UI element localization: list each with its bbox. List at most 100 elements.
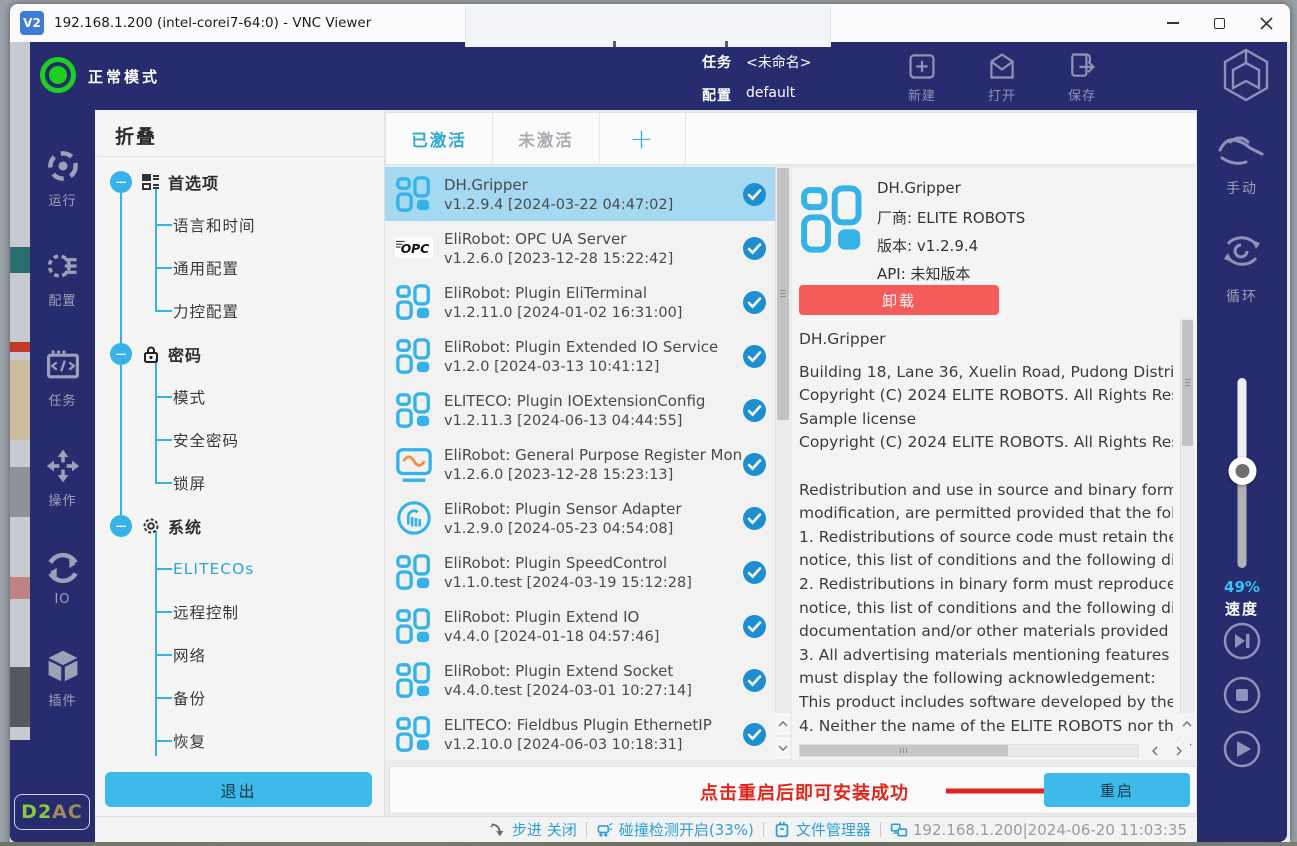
tree-child-label: 语言和时间 <box>173 214 256 236</box>
uninstall-button[interactable]: 卸载 <box>799 285 999 315</box>
header-action-label: 新建 <box>908 85 936 104</box>
plugin-version: v1.2.11.3 [2024-06-13 04:44:55] <box>444 413 742 429</box>
plugin-texts: EliRobot: Plugin EliTerminal v1.2.11.0 [… <box>444 284 742 321</box>
minimize-button[interactable] <box>1149 4 1196 42</box>
exit-button[interactable]: 退出 <box>105 772 372 807</box>
tree-child-item[interactable]: 锁屏 <box>95 461 384 504</box>
plugin-list-item[interactable]: EliRobot: Plugin EliTerminal v1.2.11.0 [… <box>385 275 775 329</box>
header-action-button[interactable]: 新建 <box>882 48 962 104</box>
activated-check-icon[interactable] <box>742 506 767 531</box>
tree-child-item[interactable]: 语言和时间 <box>95 203 384 246</box>
activated-check-icon[interactable] <box>742 290 767 315</box>
plugin-texts: ELITECO: Fieldbus Plugin EthernetIP v1.2… <box>444 716 742 753</box>
activated-check-icon[interactable] <box>742 398 767 423</box>
header-action-button[interactable]: 打开 <box>962 48 1042 104</box>
plugin-name: EliRobot: Plugin SpeedControl <box>444 554 742 572</box>
plugin-list-item[interactable]: EliRobot: Plugin SpeedControl v1.1.0.tes… <box>385 545 775 599</box>
plugin-list-item[interactable]: OPC EliRobot: OPC UA Server v1.2.6.0 [20… <box>385 221 775 275</box>
tree-child-item[interactable]: 网络 <box>95 633 384 676</box>
tree-group-row[interactable]: − 系统 <box>95 504 384 547</box>
plugin-name: EliRobot: Plugin Extended IO Service <box>444 338 742 356</box>
tree-child-item[interactable]: 备份 <box>95 676 384 719</box>
plugin-tab[interactable]: 未激活 <box>493 113 600 164</box>
nav-item[interactable]: 配置 <box>30 228 95 328</box>
plugin-version: v1.2.6.0 [2023-12-28 15:22:42] <box>444 251 742 267</box>
plugin-tab[interactable]: 已激活 <box>386 113 493 164</box>
activated-check-icon[interactable] <box>742 452 767 477</box>
activated-check-icon[interactable] <box>742 236 767 261</box>
plugin-icon <box>395 553 433 591</box>
tree-group: − 密码 模式 安全密码 <box>95 332 384 504</box>
tree-child-item[interactable]: 模式 <box>95 375 384 418</box>
close-button[interactable] <box>1243 4 1290 42</box>
list-scrollbar-thumb[interactable] <box>777 168 789 420</box>
d2ac-badge: D2AC <box>14 794 90 830</box>
plugin-list-item[interactable]: EliRobot: Plugin Extend Socket v4.4.0.te… <box>385 653 775 707</box>
stop-button[interactable] <box>1222 675 1262 715</box>
cycle-icon[interactable] <box>1219 228 1265 274</box>
plugin-icon <box>395 715 433 753</box>
details-hscrollbar-thumb[interactable] <box>800 745 1008 756</box>
activated-check-icon[interactable] <box>742 614 767 639</box>
list-scroll-down-button[interactable] <box>775 737 790 759</box>
tree-child-item[interactable]: ELITECOs <box>95 547 384 590</box>
activated-check-icon[interactable] <box>742 344 767 369</box>
list-scroll-up-button[interactable] <box>775 713 790 735</box>
nav-item[interactable]: 任务 <box>30 328 95 428</box>
header-action-button[interactable]: 保存 <box>1042 48 1122 104</box>
collapse-icon[interactable]: − <box>110 343 132 365</box>
plugin-icon <box>395 607 433 645</box>
details-scroll-up-button[interactable] <box>1179 713 1194 735</box>
step-forward-button[interactable] <box>1222 621 1262 661</box>
license-line: notice, this list of conditions and the … <box>799 549 1173 573</box>
plugin-icon <box>395 337 433 375</box>
plugin-list-item[interactable]: ELITECO: Fieldbus Plugin EthernetIP v1.2… <box>385 707 775 760</box>
cycle-label: 循环 <box>1197 286 1287 306</box>
tree-child-label: ELITECOs <box>173 560 254 578</box>
details-scroll-right-button[interactable] <box>1168 744 1190 757</box>
new-icon <box>907 51 937 81</box>
plugin-version: v1.2.9.0 [2024-05-23 04:54:08] <box>444 521 742 537</box>
file-manager[interactable]: 文件管理器 <box>773 819 871 840</box>
plugin-version: v1.1.0.test [2024-03-19 15:12:28] <box>444 575 742 591</box>
nav-item[interactable]: 操作 <box>30 428 95 528</box>
plugin-tab[interactable]: + <box>600 113 686 164</box>
details-scroll-left-button[interactable] <box>1144 744 1166 757</box>
nav-item-label: IO <box>54 592 70 607</box>
step-status[interactable]: 步进 关闭 <box>489 819 577 840</box>
activated-check-icon[interactable] <box>742 182 767 207</box>
manual-hand-icon[interactable] <box>1216 132 1268 172</box>
details-scrollbar-thumb[interactable] <box>1182 320 1193 446</box>
tree-child-item[interactable]: 通用配置 <box>95 246 384 289</box>
chevron-up-icon <box>1182 721 1192 727</box>
nav-item[interactable]: IO <box>30 528 95 628</box>
activated-check-icon[interactable] <box>742 668 767 693</box>
license-line: Copyright (C) 2024 ELITE ROBOTS. All Rig… <box>799 431 1173 455</box>
tree-child-item[interactable]: 远程控制 <box>95 590 384 633</box>
collapse-icon[interactable]: − <box>110 171 132 193</box>
tree-group-row[interactable]: − 密码 <box>95 332 384 375</box>
speed-slider[interactable] <box>1238 378 1247 568</box>
plugin-list-item[interactable]: EliRobot: General Purpose Register Monit… <box>385 437 775 491</box>
plugin-list-item[interactable]: ELITECO: Plugin IOExtensionConfig v1.2.1… <box>385 383 775 437</box>
plugin-list-item[interactable]: EliRobot: Plugin Extended IO Service v1.… <box>385 329 775 383</box>
nav-item[interactable]: 插件 <box>30 628 95 728</box>
plugin-list-item[interactable]: DH.Gripper v1.2.9.4 [2024-03-22 04:47:02… <box>385 167 775 221</box>
restart-button[interactable]: 重启 <box>1044 773 1190 807</box>
activated-check-icon[interactable] <box>742 722 767 747</box>
tree-child-item[interactable]: 力控配置 <box>95 289 384 332</box>
play-button[interactable] <box>1222 729 1262 769</box>
tree-child-item[interactable]: 恢复 <box>95 719 384 756</box>
tree-group-row[interactable]: − 首选项 <box>95 160 384 203</box>
plugin-list-item[interactable]: EliRobot: Plugin Extend IO v4.4.0 [2024-… <box>385 599 775 653</box>
plugin-list-item[interactable]: EliRobot: Plugin Sensor Adapter v1.2.9.0… <box>385 491 775 545</box>
chevron-up-icon <box>778 721 788 727</box>
file-manager-icon <box>773 821 791 839</box>
nav-item[interactable]: 运行 <box>30 128 95 228</box>
tree-child-item[interactable]: 安全密码 <box>95 418 384 461</box>
collapse-icon[interactable]: − <box>110 515 132 537</box>
activated-check-icon[interactable] <box>742 560 767 585</box>
collision-status[interactable]: 碰撞检测开启(33%) <box>596 819 754 840</box>
slider-knob[interactable] <box>1228 457 1256 485</box>
maximize-button[interactable] <box>1196 4 1243 42</box>
